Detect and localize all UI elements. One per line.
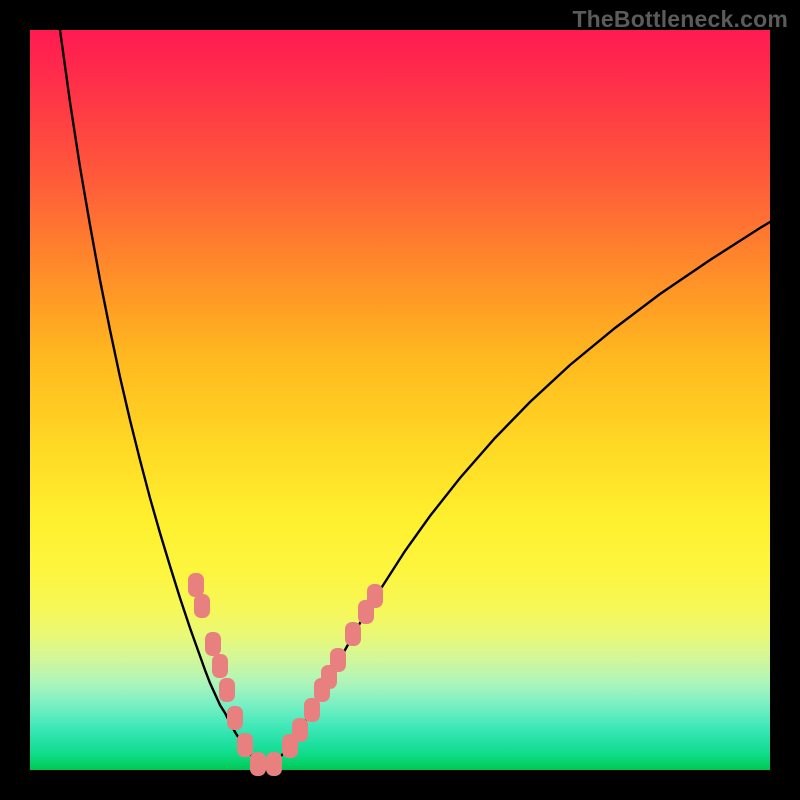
data-marker bbox=[330, 648, 346, 672]
curve-svg bbox=[30, 30, 770, 770]
data-marker bbox=[205, 632, 221, 656]
data-marker bbox=[292, 718, 308, 742]
watermark-text: TheBottleneck.com bbox=[572, 6, 788, 33]
chart-frame: TheBottleneck.com bbox=[0, 0, 800, 800]
data-marker bbox=[227, 706, 243, 730]
data-marker bbox=[250, 752, 266, 776]
data-marker bbox=[194, 594, 210, 618]
data-marker bbox=[266, 752, 282, 776]
data-marker bbox=[219, 678, 235, 702]
data-marker bbox=[367, 584, 383, 608]
data-marker bbox=[345, 622, 361, 646]
data-marker bbox=[304, 698, 320, 722]
plot-area bbox=[30, 30, 770, 770]
data-marker bbox=[212, 654, 228, 678]
bottleneck-curve bbox=[60, 30, 770, 766]
data-marker bbox=[237, 733, 253, 757]
